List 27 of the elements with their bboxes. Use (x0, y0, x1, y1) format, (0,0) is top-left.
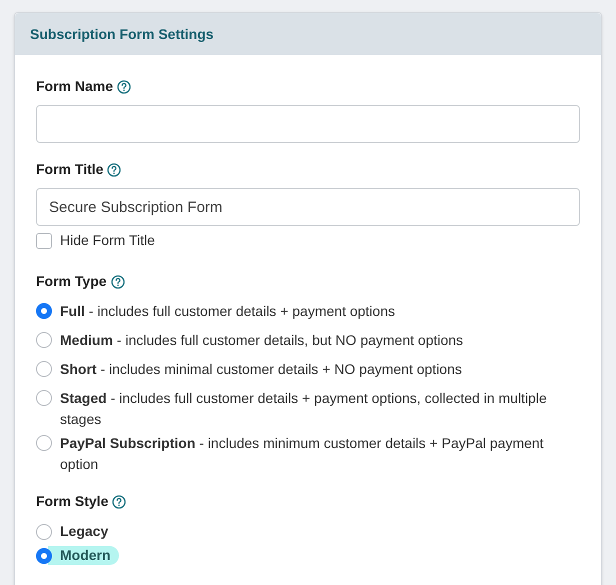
radio-button[interactable] (36, 548, 52, 564)
help-icon[interactable] (107, 162, 122, 176)
form-title-field[interactable]: Secure Subscription Form (36, 188, 580, 226)
panel-title: Subscription Form Settings (30, 24, 214, 44)
checkbox-label: Hide Form Title (60, 231, 155, 250)
help-icon[interactable] (112, 494, 126, 508)
form-name-field[interactable] (36, 105, 580, 143)
radio-label: PayPal Subscription - includes minimum customer details + PayPal payment option (60, 434, 545, 474)
radio-button[interactable] (36, 361, 52, 377)
radio-button[interactable] (36, 303, 52, 319)
radio-button[interactable] (36, 524, 52, 540)
field-label: Form Name (36, 77, 114, 96)
radio-button[interactable] (36, 390, 52, 406)
field-label: Form Type (36, 272, 107, 291)
radio-label: Modern (48, 546, 119, 565)
radio-label: Medium - includes full customer details, but NO payment options (60, 331, 464, 350)
field-label: Form Title (36, 160, 104, 179)
help-icon[interactable] (110, 274, 125, 288)
radio-label: Legacy (59, 522, 110, 541)
radio-label: Full - includes full customer details + payment options (60, 302, 395, 321)
radio-button[interactable] (36, 435, 52, 451)
radio-label: Short - includes minimal customer details + NO payment options (60, 360, 462, 379)
radio-button[interactable] (36, 332, 52, 348)
help-icon[interactable] (117, 80, 132, 94)
field-label: Form Style (36, 492, 108, 511)
checkbox[interactable] (36, 232, 52, 248)
radio-label: Staged - includes full customer details + payment options, collected in multiple stages (60, 389, 548, 429)
